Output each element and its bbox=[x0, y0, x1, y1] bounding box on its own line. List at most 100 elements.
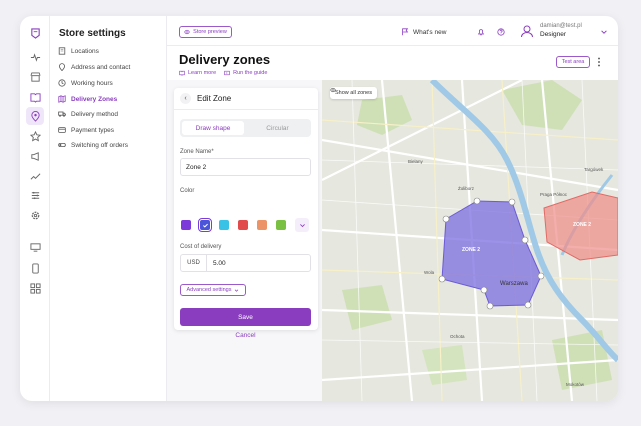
toggle-icon bbox=[58, 143, 66, 147]
avatar-icon bbox=[521, 25, 533, 37]
book-small-icon bbox=[179, 70, 185, 76]
sidebar-item-label: Payment types bbox=[71, 126, 114, 134]
trend-icon[interactable] bbox=[26, 167, 44, 185]
grid-icon[interactable] bbox=[26, 279, 44, 297]
map-place-label: Bielany bbox=[408, 159, 423, 164]
zone-label-b: ZONE 2 bbox=[573, 222, 592, 228]
color-swatch-blue[interactable] bbox=[198, 218, 212, 232]
star-icon[interactable] bbox=[26, 127, 44, 145]
sidebar-item-label: Address and contact bbox=[71, 63, 131, 71]
settings-sidebar: Store settings Locations Address and con… bbox=[50, 16, 167, 401]
clock-icon bbox=[58, 79, 66, 87]
user-email: damian@test.pl bbox=[540, 23, 582, 29]
sidebar-item-label: Locations bbox=[71, 47, 99, 55]
advanced-settings-button[interactable]: Advanced settings bbox=[180, 284, 246, 296]
panel-title: Edit Zone bbox=[197, 94, 232, 103]
map-place-label: Żoliborz bbox=[458, 186, 475, 191]
chevron-down-icon[interactable] bbox=[600, 28, 608, 36]
building-icon bbox=[58, 47, 66, 55]
map-place-label: Targówek bbox=[584, 167, 604, 172]
phone-icon[interactable] bbox=[26, 259, 44, 277]
sidebar-item-delivery-zones[interactable]: Delivery Zones bbox=[58, 93, 117, 105]
pin-icon bbox=[59, 63, 65, 71]
zone-label-a: ZONE 2 bbox=[462, 247, 481, 253]
shape-mode-tabs: Draw shape Circular bbox=[180, 119, 311, 137]
gear-icon[interactable] bbox=[26, 206, 44, 224]
cost-label: Cost of delivery bbox=[180, 244, 222, 250]
icon-rail bbox=[20, 16, 50, 401]
cancel-button[interactable]: Cancel bbox=[180, 332, 311, 339]
sidebar-item-switching-off[interactable]: Switching off orders bbox=[58, 139, 128, 151]
page-header: Delivery zones Learn more Run the guide … bbox=[167, 46, 618, 80]
map-icon bbox=[58, 95, 66, 103]
show-all-zones-button[interactable]: Show all zones bbox=[330, 87, 377, 99]
color-swatch-purple[interactable] bbox=[181, 220, 191, 230]
card-icon bbox=[58, 127, 66, 133]
run-guide-link[interactable]: Run the guide bbox=[224, 70, 267, 76]
chevron-down-icon bbox=[235, 289, 239, 292]
content-area: ZONE 2 ZONE 2 Bielany Żoliborz Praga Pół… bbox=[167, 80, 618, 401]
sidebar-item-payment-types[interactable]: Payment types bbox=[58, 124, 114, 136]
sidebar-item-locations[interactable]: Locations bbox=[58, 45, 99, 57]
zone-name-input[interactable]: Zone 2 bbox=[180, 158, 311, 176]
more-colors-chevron-icon[interactable] bbox=[295, 218, 309, 232]
color-swatch-orange[interactable] bbox=[257, 220, 267, 230]
header-links: Learn more Run the guide bbox=[179, 70, 267, 76]
map-place-label: Ochota bbox=[450, 334, 465, 339]
flag-icon bbox=[402, 28, 409, 36]
sidebar-item-delivery-method[interactable]: Delivery method bbox=[58, 108, 118, 120]
help-icon[interactable] bbox=[497, 28, 505, 36]
eye-icon bbox=[184, 29, 190, 35]
monitor-icon[interactable] bbox=[26, 238, 44, 256]
sidebar-item-label: Switching off orders bbox=[71, 141, 128, 149]
map-place-label: Praga Północ bbox=[540, 192, 568, 197]
book-icon[interactable] bbox=[26, 88, 44, 106]
sidebar-item-label: Delivery Zones bbox=[71, 95, 118, 103]
sidebar-item-address[interactable]: Address and contact bbox=[58, 61, 130, 73]
color-swatch-green[interactable] bbox=[276, 220, 286, 230]
map-place-label: Wola bbox=[424, 270, 435, 275]
sidebar-item-label: Working hours bbox=[71, 79, 113, 87]
app-window: Store settings Locations Address and con… bbox=[20, 16, 618, 401]
test-area-button[interactable]: Test area bbox=[556, 56, 590, 68]
check-icon bbox=[202, 223, 208, 228]
edit-zone-panel: ‹ Edit Zone Draw shape Circular Zone Nam… bbox=[174, 88, 318, 339]
logo-icon[interactable] bbox=[26, 24, 44, 42]
back-icon[interactable]: ‹ bbox=[180, 93, 191, 104]
store-preview-button[interactable]: Store preview bbox=[179, 26, 232, 38]
color-swatch-cyan[interactable] bbox=[219, 220, 229, 230]
page-title: Delivery zones bbox=[179, 52, 271, 67]
map-place-label: Mokotów bbox=[566, 382, 585, 387]
more-options-icon[interactable]: ⋮ bbox=[594, 57, 604, 68]
user-role: Designer bbox=[540, 31, 567, 38]
location-icon[interactable] bbox=[26, 107, 44, 125]
guide-icon bbox=[224, 70, 230, 76]
save-button[interactable]: Save bbox=[180, 308, 311, 326]
map-place-label: Warszawa bbox=[500, 281, 528, 287]
eye-icon bbox=[330, 87, 336, 93]
store-icon[interactable] bbox=[26, 68, 44, 86]
user-menu[interactable]: damian@test.pl Designer bbox=[520, 23, 582, 38]
currency-label: USD bbox=[181, 255, 207, 271]
map-canvas[interactable] bbox=[322, 80, 618, 401]
learn-more-link[interactable]: Learn more bbox=[179, 70, 216, 76]
tab-circular[interactable]: Circular bbox=[246, 121, 309, 135]
sliders-icon[interactable] bbox=[26, 186, 44, 204]
sidebar-item-working-hours[interactable]: Working hours bbox=[58, 77, 113, 89]
sidebar-item-label: Delivery method bbox=[71, 110, 118, 118]
panel-header: ‹ Edit Zone bbox=[174, 88, 318, 110]
truck-icon bbox=[58, 111, 66, 117]
whats-new-link[interactable]: What's new bbox=[401, 28, 446, 36]
bell-icon[interactable] bbox=[477, 28, 485, 36]
cost-input-group[interactable]: USD 5.00 bbox=[180, 254, 311, 272]
tab-draw-shape[interactable]: Draw shape bbox=[182, 121, 244, 135]
color-swatch-red[interactable] bbox=[238, 220, 248, 230]
map-view[interactable]: ZONE 2 ZONE 2 Bielany Żoliborz Praga Pół… bbox=[322, 80, 618, 401]
sidebar-title: Store settings bbox=[59, 28, 126, 39]
megaphone-icon[interactable] bbox=[26, 147, 44, 165]
top-bar: Store preview What's new damian@test.pl … bbox=[167, 16, 618, 46]
cost-input[interactable]: 5.00 bbox=[207, 255, 226, 271]
color-label: Color bbox=[180, 188, 195, 194]
zone-name-label: Zone Name* bbox=[180, 149, 214, 155]
activity-icon[interactable] bbox=[26, 48, 44, 66]
